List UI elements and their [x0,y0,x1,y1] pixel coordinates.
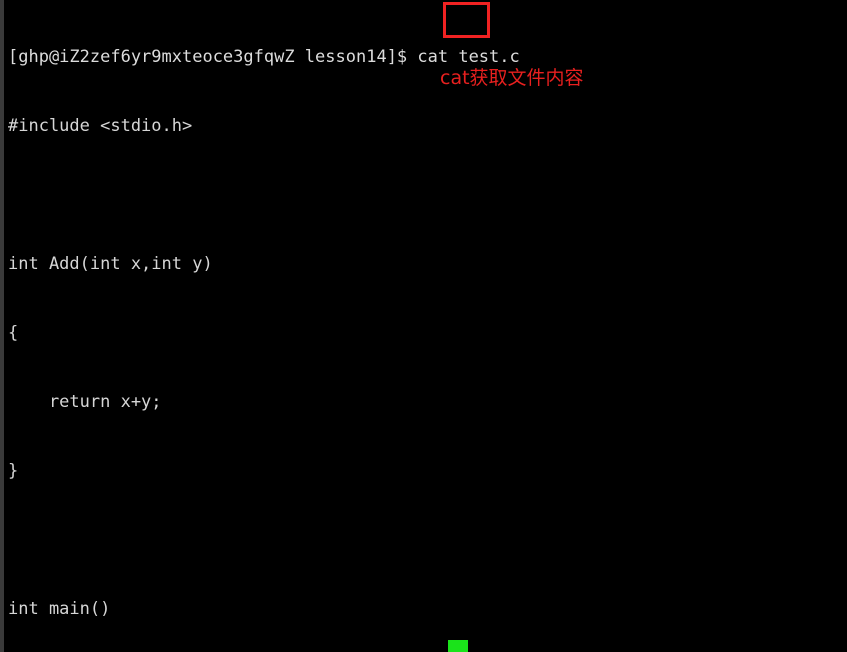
terminal-window[interactable]: [ghp@iZ2zef6yr9mxteoce3gfqwZ lesson14]$ … [0,0,847,652]
terminal-line: } [8,461,19,481]
terminal-line-prompt: [ghp@iZ2zef6yr9mxteoce3gfqwZ lesson14]$ … [8,47,520,67]
terminal-line: int main() [8,599,111,619]
terminal-line: { [8,323,19,343]
annotation-note: cat获取文件内容 [440,67,584,89]
terminal-line: return x+y; [8,392,162,412]
terminal-output: [ghp@iZ2zef6yr9mxteoce3gfqwZ lesson14]$ … [8,0,847,652]
terminal-cursor [448,640,468,652]
terminal-line: #include <stdio.h> [8,116,193,136]
terminal-line: int Add(int x,int y) [8,254,213,274]
terminal-scrollbar[interactable] [0,0,4,652]
command-highlight-box [443,2,490,38]
